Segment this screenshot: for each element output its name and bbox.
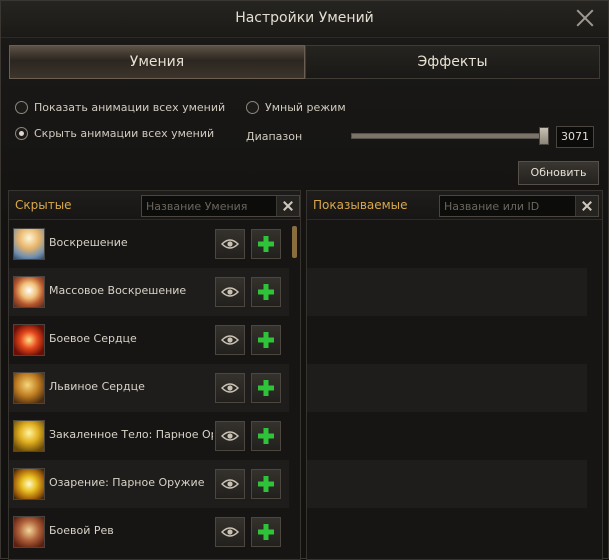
- mass-resurrection-icon: [13, 276, 45, 308]
- show-animation-button[interactable]: [215, 277, 245, 307]
- add-skill-button[interactable]: [251, 421, 281, 451]
- range-slider-thumb[interactable]: [539, 127, 550, 145]
- range-slider-fill: [352, 134, 545, 138]
- add-skill-button[interactable]: [251, 469, 281, 499]
- smart-mode-label: Умный режим: [265, 101, 346, 114]
- skill-row: Массовое Воскрешение: [9, 268, 289, 316]
- shown-skills-panel: Показываемые: [306, 190, 603, 560]
- skill-name: Львиное Сердце: [49, 380, 145, 393]
- show-all-radio[interactable]: [15, 101, 28, 114]
- skill-name: Закаленное Тело: Парное Оруж: [49, 428, 213, 441]
- skill-name: Озарение: Парное Оружие: [49, 476, 205, 489]
- show-animation-button[interactable]: [215, 469, 245, 499]
- eye-icon: [221, 527, 239, 537]
- empty-list-row: [307, 364, 587, 412]
- empty-list-row: [307, 220, 587, 268]
- clear-search-icon[interactable]: [276, 196, 299, 216]
- empty-list-row: [307, 412, 587, 460]
- skill-row: Боевой Рев: [9, 508, 289, 556]
- lion-heart-icon: [13, 372, 45, 404]
- scrollbar-thumb[interactable]: [292, 226, 297, 258]
- plus-icon: [258, 332, 274, 348]
- range-slider[interactable]: [351, 133, 549, 139]
- add-skill-button[interactable]: [251, 325, 281, 355]
- eye-icon: [221, 239, 239, 249]
- plus-icon: [258, 284, 274, 300]
- shown-search-input[interactable]: [444, 196, 572, 216]
- show-all-label: Показать анимации всех умений: [34, 101, 226, 114]
- empty-list-row: [307, 268, 587, 316]
- tab-bar: Умения Эффекты: [9, 45, 600, 79]
- refresh-button[interactable]: Обновить: [518, 161, 599, 185]
- hidden-skills-panel: Скрытые Воскрешение Массовое Воскрешение Б…: [8, 190, 301, 560]
- eye-icon: [221, 287, 239, 297]
- skill-row: Львиное Сердце: [9, 364, 289, 412]
- battle-heart-icon: [13, 324, 45, 356]
- skill-name: Боевой Рев: [49, 524, 114, 537]
- plus-icon: [258, 428, 274, 444]
- skill-row: Боевое Сердце: [9, 316, 289, 364]
- empty-list-row: [307, 460, 587, 508]
- eye-icon: [221, 479, 239, 489]
- tab-effects[interactable]: Эффекты: [305, 45, 600, 79]
- skill-name: Массовое Воскрешение: [49, 284, 187, 297]
- hidden-panel-title: Скрытые: [15, 198, 72, 212]
- add-skill-button[interactable]: [251, 229, 281, 259]
- hide-all-label: Скрыть анимации всех умений: [34, 127, 215, 140]
- shown-skills-list: [307, 220, 587, 559]
- show-animation-button[interactable]: [215, 373, 245, 403]
- range-label: Диапазон: [246, 130, 303, 143]
- title-bar: Настройки Умений: [1, 1, 608, 38]
- hidden-list-scrollbar[interactable]: [291, 220, 299, 559]
- hidden-search-input[interactable]: [146, 196, 273, 216]
- shown-panel-title: Показываемые: [313, 198, 408, 212]
- window-title: Настройки Умений: [235, 10, 374, 26]
- resurrection-icon: [13, 228, 45, 260]
- show-animation-button[interactable]: [215, 325, 245, 355]
- add-skill-button[interactable]: [251, 373, 281, 403]
- plus-icon: [258, 476, 274, 492]
- show-animation-button[interactable]: [215, 421, 245, 451]
- hidden-search-box: [141, 195, 300, 217]
- battle-roar-icon: [13, 516, 45, 548]
- shown-search-box: [439, 195, 599, 217]
- eye-icon: [221, 431, 239, 441]
- skill-row: Закаленное Тело: Парное Оруж: [9, 412, 289, 460]
- skill-name: Боевое Сердце: [49, 332, 137, 345]
- skill-name: Воскрешение: [49, 236, 128, 249]
- skill-row: Воскрешение: [9, 220, 289, 268]
- close-icon[interactable]: [576, 9, 594, 27]
- eye-icon: [221, 383, 239, 393]
- skill-row: Озарение: Парное Оружие: [9, 460, 289, 508]
- eye-icon: [221, 335, 239, 345]
- add-skill-button[interactable]: [251, 277, 281, 307]
- plus-icon: [258, 524, 274, 540]
- hidden-skills-list: Воскрешение Массовое Воскрешение Боевое Се…: [9, 220, 289, 559]
- smart-mode-radio[interactable]: [246, 101, 259, 114]
- show-animation-button[interactable]: [215, 229, 245, 259]
- add-skill-button[interactable]: [251, 517, 281, 547]
- plus-icon: [258, 380, 274, 396]
- tab-skills[interactable]: Умения: [9, 45, 305, 79]
- empty-list-row: [307, 316, 587, 364]
- range-value-field[interactable]: 3071: [556, 126, 594, 148]
- plus-icon: [258, 236, 274, 252]
- empty-list-row: [307, 508, 587, 556]
- show-animation-button[interactable]: [215, 517, 245, 547]
- skill-settings-window: Настройки Умений Умения Эффекты Показать…: [0, 0, 609, 560]
- clear-search-icon[interactable]: [575, 196, 598, 216]
- tempered-body-icon: [13, 420, 45, 452]
- hide-all-radio[interactable]: [15, 127, 28, 140]
- enlightenment-icon: [13, 468, 45, 500]
- shown-panel-header: Показываемые: [307, 191, 602, 220]
- hidden-panel-header: Скрытые: [9, 191, 300, 220]
